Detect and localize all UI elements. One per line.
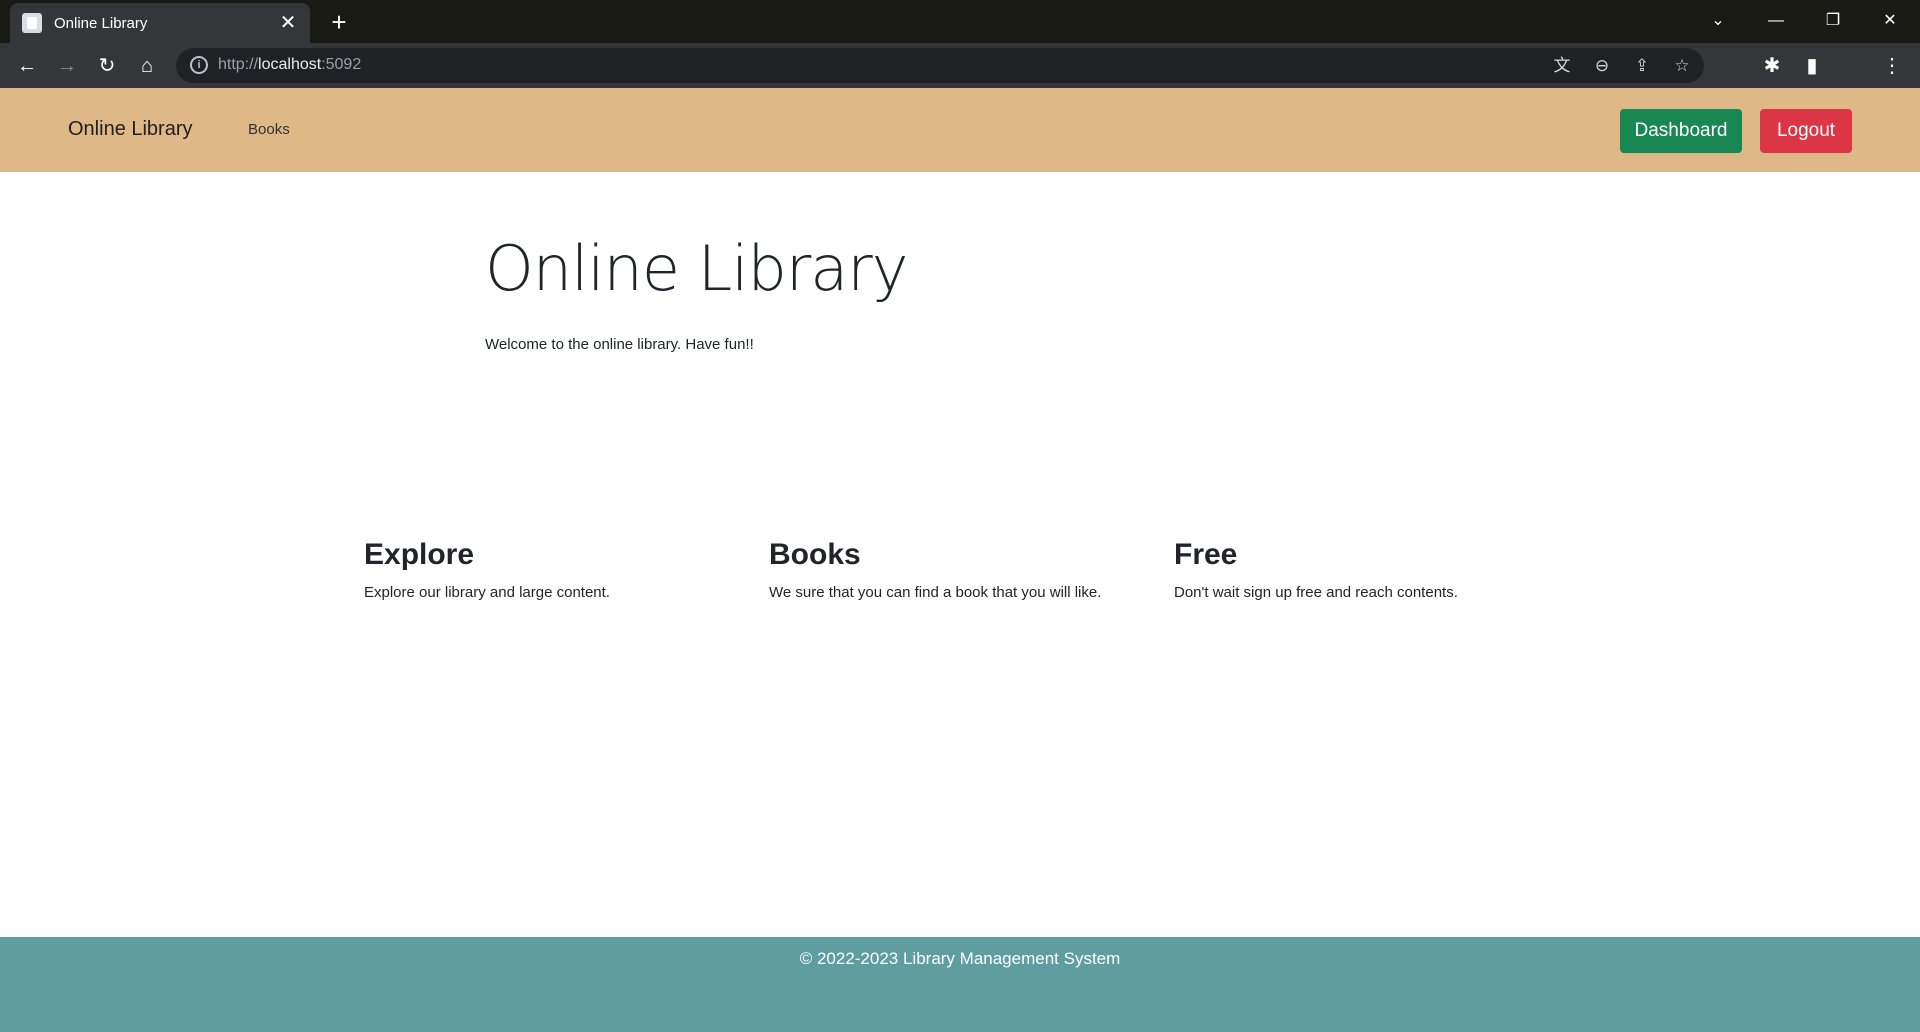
browser-tab[interactable]: Online Library ✕ (10, 3, 310, 43)
footer-copyright: © 2022-2023 Library Management System (799, 949, 1121, 968)
site-footer: © 2022-2023 Library Management System (0, 937, 1920, 1032)
home-icon[interactable]: ⌂ (132, 51, 162, 81)
feature-text: Explore our library and large content. (364, 584, 610, 601)
browser-tab-bar: Online Library ✕ + ⌄ — ❐ ✕ (0, 0, 1920, 43)
browser-toolbar: ← → ↻ ⌂ i http://localhost:5092 文 ⊖ ⇪ ☆ … (0, 43, 1920, 88)
feature-title: Books (769, 538, 861, 571)
browser-menu-icon[interactable]: ⋮ (1877, 51, 1907, 81)
page-favicon-icon (22, 13, 42, 33)
feature-free: Free Don't wait sign up free and reach c… (1174, 538, 1554, 601)
forward-icon[interactable]: → (52, 51, 82, 81)
reload-icon[interactable]: ↻ (92, 51, 122, 81)
translate-icon[interactable]: 文 (1550, 54, 1574, 78)
nav-link-books[interactable]: Books (248, 121, 290, 138)
page-title: Online Library (485, 232, 908, 305)
navbar-brand[interactable]: Online Library (68, 118, 193, 141)
logout-button[interactable]: Logout (1760, 109, 1852, 153)
bookmark-star-icon[interactable]: ☆ (1670, 54, 1694, 78)
tab-search-icon[interactable]: ⌄ (1696, 6, 1740, 36)
feature-title: Free (1174, 538, 1238, 571)
back-icon[interactable]: ← (12, 51, 42, 81)
tab-title: Online Library (54, 14, 148, 32)
url-scheme: http:// (218, 56, 259, 73)
new-tab-button[interactable]: + (325, 8, 353, 36)
extensions-icon[interactable]: ✱ (1757, 51, 1787, 81)
url-port: :5092 (321, 56, 362, 73)
dashboard-button[interactable]: Dashboard (1620, 109, 1742, 153)
restore-button[interactable]: ❐ (1811, 6, 1855, 36)
url-text: http://localhost:5092 (218, 56, 361, 74)
site-info-icon[interactable]: i (190, 56, 208, 74)
address-bar[interactable]: i http://localhost:5092 文 ⊖ ⇪ ☆ (176, 48, 1704, 83)
close-window-button[interactable]: ✕ (1868, 6, 1912, 36)
url-host: localhost (258, 56, 322, 73)
feature-text: We sure that you can find a book that yo… (769, 584, 1102, 601)
feature-title: Explore (364, 538, 475, 571)
share-icon[interactable]: ⇪ (1630, 54, 1654, 78)
zoom-icon[interactable]: ⊖ (1590, 54, 1614, 78)
site-navbar: Online Library Books Dashboard Logout (0, 88, 1920, 172)
feature-explore: Explore Explore our library and large co… (364, 538, 744, 601)
side-panel-icon[interactable]: ▮ (1797, 51, 1827, 81)
minimize-button[interactable]: — (1754, 6, 1798, 36)
feature-text: Don't wait sign up free and reach conten… (1174, 584, 1458, 601)
tab-close-icon[interactable]: ✕ (278, 13, 298, 33)
feature-books: Books We sure that you can find a book t… (769, 538, 1149, 601)
welcome-text: Welcome to the online library. Have fun!… (485, 336, 754, 353)
